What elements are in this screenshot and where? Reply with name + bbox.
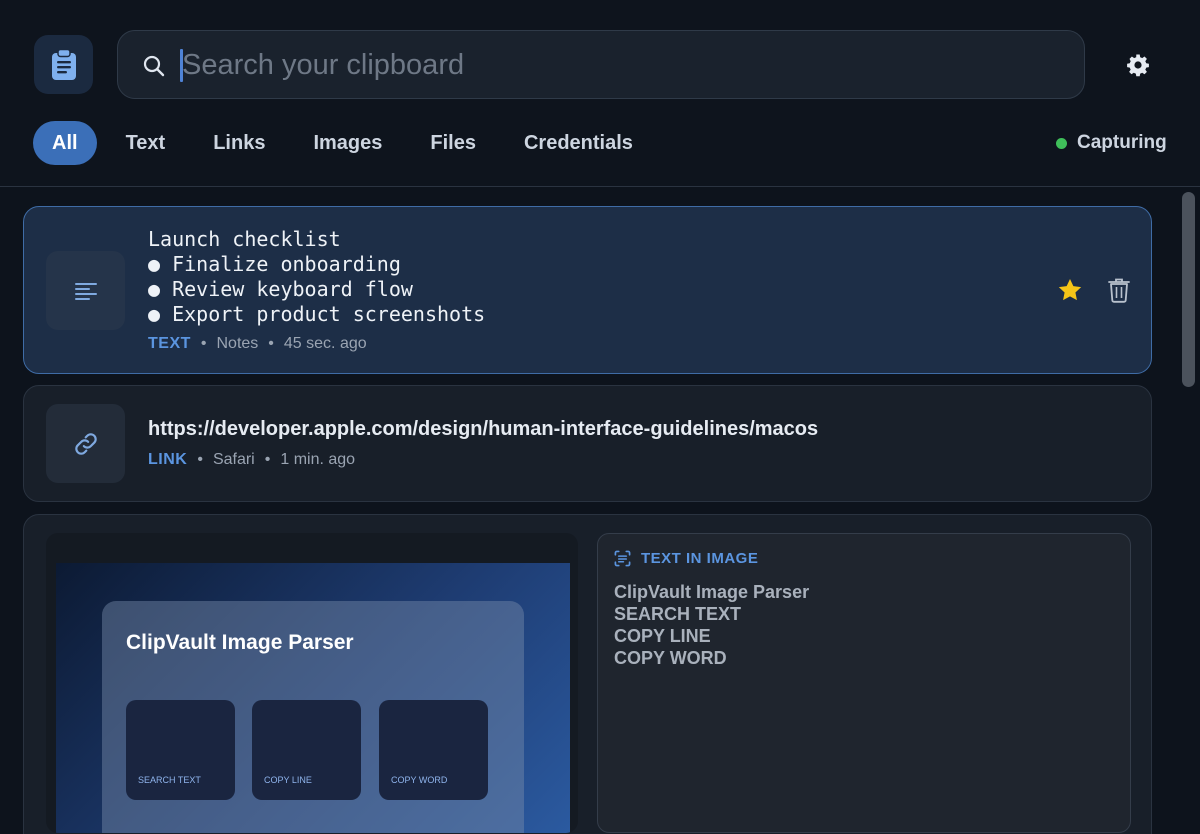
trash-icon[interactable] — [1107, 277, 1131, 303]
settings-button[interactable] — [1124, 51, 1152, 79]
content-line: ● Export product screenshots — [148, 302, 486, 326]
status-label: Capturing — [1077, 132, 1167, 153]
item-type-badge: LINK — [148, 451, 188, 468]
ocr-line[interactable]: SEARCH TEXT — [614, 603, 809, 625]
ocr-panel: TEXT IN IMAGE ClipVault Image Parser SEA… — [597, 533, 1131, 833]
image-button-label: COPY WORD — [391, 775, 448, 785]
ocr-text: ClipVault Image Parser SEARCH TEXT COPY … — [614, 581, 809, 669]
search-icon — [143, 55, 165, 77]
clip-item-image[interactable]: ClipVault Image Parser SEARCH TEXT COPY … — [23, 514, 1152, 834]
item-meta: TEXT • Notes • 45 sec. ago — [148, 335, 367, 353]
image-button: COPY WORD — [379, 700, 488, 800]
scrollbar-thumb[interactable] — [1182, 192, 1195, 387]
clip-item-text[interactable]: Launch checklist ● Finalize onboarding ● R… — [23, 206, 1152, 374]
item-timestamp: 1 min. ago — [280, 451, 356, 468]
image-title: ClipVault Image Parser — [126, 631, 354, 654]
content-line: ● Finalize onboarding — [148, 252, 401, 276]
content-line: ● Review keyboard flow — [148, 277, 413, 301]
meta-separator: • — [264, 451, 271, 468]
item-type-badge: TEXT — [148, 335, 191, 352]
search-bar[interactable] — [117, 30, 1085, 99]
tab-files[interactable]: Files — [406, 121, 500, 165]
ocr-heading: TEXT IN IMAGE — [641, 550, 759, 567]
image-panel: ClipVault Image Parser SEARCH TEXT COPY … — [102, 601, 524, 833]
ocr-header: TEXT IN IMAGE — [614, 550, 758, 567]
tab-links[interactable]: Links — [189, 121, 289, 165]
star-icon[interactable] — [1057, 277, 1083, 303]
clipboard-list: Launch checklist ● Finalize onboarding ● R… — [0, 187, 1200, 834]
item-meta: LINK • Safari • 1 min. ago — [148, 451, 355, 469]
clipboard-icon — [51, 48, 76, 80]
text-lines-icon — [74, 282, 97, 300]
item-source: Notes — [216, 335, 259, 352]
image-button-label: COPY LINE — [264, 775, 312, 785]
gear-icon — [1127, 54, 1149, 77]
image-preview: ClipVault Image Parser SEARCH TEXT COPY … — [46, 533, 578, 833]
tab-images[interactable]: Images — [289, 121, 406, 165]
capture-status: Capturing — [1056, 131, 1167, 155]
ocr-line[interactable]: COPY LINE — [614, 625, 809, 647]
item-content: Launch checklist ● Finalize onboarding ● R… — [148, 227, 485, 327]
text-scan-icon — [614, 550, 631, 567]
meta-separator: • — [200, 335, 207, 352]
status-dot — [1056, 137, 1067, 149]
header: All Text Links Images Files Credentials … — [0, 0, 1200, 187]
link-icon — [74, 432, 97, 455]
image-content: ClipVault Image Parser SEARCH TEXT COPY … — [56, 563, 570, 833]
app-logo — [34, 35, 93, 94]
clipboard-app: All Text Links Images Files Credentials … — [0, 0, 1200, 834]
image-button-label: SEARCH TEXT — [138, 775, 201, 785]
clip-item-link[interactable]: https://developer.apple.com/design/human… — [23, 385, 1152, 502]
search-input[interactable] — [182, 45, 1062, 85]
tab-text[interactable]: Text — [102, 121, 190, 165]
image-button: SEARCH TEXT — [126, 700, 235, 800]
filter-tabs: All Text Links Images Files Credentials — [33, 121, 657, 165]
tab-all[interactable]: All — [33, 121, 97, 165]
item-timestamp: 45 sec. ago — [283, 335, 367, 352]
meta-separator: • — [268, 335, 274, 352]
item-thumbnail — [46, 251, 125, 330]
item-url: https://developer.apple.com/design/human… — [148, 418, 819, 440]
ocr-line[interactable]: ClipVault Image Parser — [614, 581, 809, 603]
item-source: Safari — [212, 451, 255, 468]
tab-credentials[interactable]: Credentials — [500, 121, 657, 165]
image-button: COPY LINE — [252, 700, 361, 800]
content-line: Launch checklist — [148, 227, 341, 251]
ocr-line[interactable]: COPY WORD — [614, 647, 809, 669]
item-thumbnail — [46, 404, 125, 483]
meta-separator: • — [197, 451, 203, 468]
